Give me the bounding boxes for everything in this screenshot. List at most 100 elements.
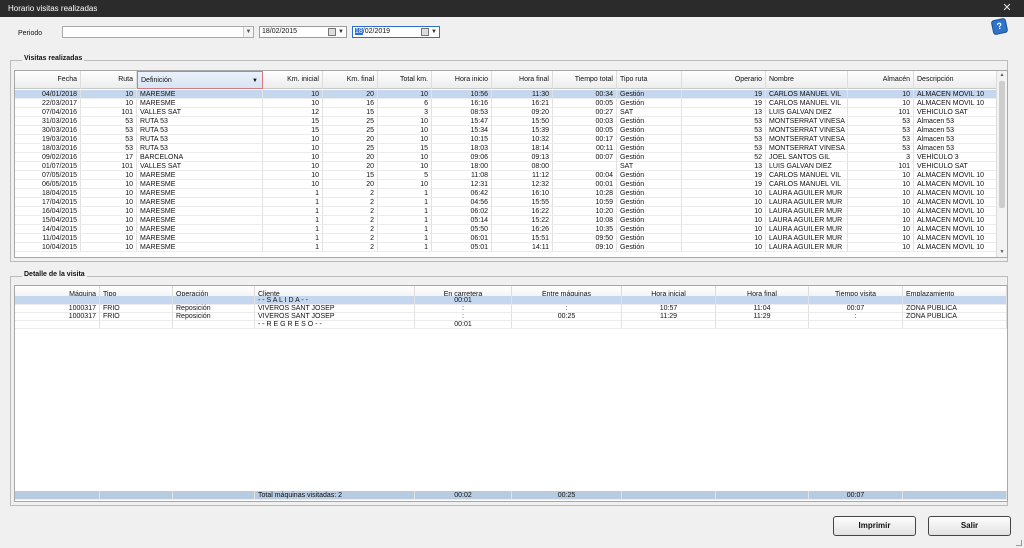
visitas-cell: 2 [323,207,378,216]
visitas-cell: LAURA AGUILER MUR [766,189,848,198]
visitas-cell: 15 [263,126,323,135]
visitas-cell: 53 [682,126,766,135]
detalle-totals-row: Total máquinas visitadas: 2 00:02 00:25 00:… [15,491,1007,500]
visitas-cell: 06:42 [432,189,492,198]
date-from-value: 18/02/2015 [262,28,298,35]
visitas-cell: MARESME [137,198,263,207]
visitas-cell: 18:03 [432,144,492,153]
detalle-total-cell: 00:07 [809,491,903,500]
visitas-row[interactable]: 31/03/2016 53 RUTA 53 15 25 10 15:47 15:50 00:03… [15,117,998,126]
calendar-icon[interactable] [328,28,336,36]
visitas-col-header[interactable]: Tiempo total [553,71,617,89]
detalle-total-cell: Total máquinas visitadas: 2 [255,491,415,500]
visitas-cell: 20 [323,180,378,189]
visitas-row[interactable]: 11/04/2015 10 MARESME 1 2 1 06:01 15:51 09:50 Ges… [15,234,998,243]
visitas-row[interactable]: 07/05/2015 10 MARESME 10 15 5 11:08 11:12 00:04 G… [15,171,998,180]
calendar-icon[interactable] [421,28,429,36]
visitas-cell: 53 [682,117,766,126]
visitas-row[interactable]: 01/07/2015 101 VALLES SAT 10 20 10 18:00 08:00 S… [15,162,998,171]
visitas-cell: 14/04/2015 [15,225,81,234]
visitas-col-header[interactable]: Hora inicio [432,71,492,89]
visitas-row[interactable]: 06/05/2015 10 MARESME 10 20 10 12:31 12:32 00:01… [15,180,998,189]
visitas-col-header[interactable]: Total km. [378,71,432,89]
visitas-cell: 101 [81,162,137,171]
periodo-label: Periodo [18,30,43,37]
window-title: Horario visitas realizadas [8,4,98,13]
visitas-cell: Gestión [617,171,682,180]
date-to-field[interactable]: 18/02/2019 ▼ [352,26,440,38]
visitas-row[interactable]: 04/01/2018 10 MARESME 10 20 10 10:56 11:30 00:34… [15,90,998,99]
visitas-cell: 04/01/2018 [15,90,81,99]
visitas-cell: 00:17 [553,135,617,144]
visitas-cell: 10 [848,207,914,216]
visitas-col-header[interactable]: Tipo ruta [617,71,682,89]
periodo-select[interactable]: ▼ [62,26,254,38]
visitas-row[interactable]: 18/04/2015 10 MARESME 1 2 1 06:42 16:10 10:28 Ges… [15,189,998,198]
visitas-cell: 16:21 [492,99,553,108]
visitas-cell: 10 [81,243,137,252]
visitas-cell: 101 [848,108,914,117]
visitas-col-header[interactable]: Hora final [492,71,553,89]
detalle-cell [100,320,173,329]
help-book-icon[interactable]: ? [990,17,1009,36]
visitas-cell: 1 [263,216,323,225]
close-window-icon[interactable]: ✕ [1000,0,1014,17]
visitas-col-header[interactable]: Operario [682,71,766,89]
visitas-cell: 10 [378,180,432,189]
visitas-row[interactable]: 14/04/2015 10 MARESME 1 2 1 05:50 16:26 10:35 Ges… [15,225,998,234]
visitas-row[interactable]: 19/03/2016 53 RUTA 53 10 20 10 10:15 10:32 00:17… [15,135,998,144]
visitas-row[interactable]: 18/03/2016 53 RUTA 53 10 25 15 18:03 18:14 00:11… [15,144,998,153]
visitas-cell: 1 [378,234,432,243]
scrollbar-thumb[interactable] [999,81,1005,208]
visitas-cell: 10 [263,90,323,99]
visitas-cell: RUTA 53 [137,126,263,135]
visitas-cell: 15:34 [432,126,492,135]
visitas-cell: 53 [848,117,914,126]
date-from-field[interactable]: 18/02/2015 ▼ [259,26,347,38]
scroll-down-icon[interactable]: ▼ [997,248,1007,257]
chevron-down-icon[interactable]: ▼ [337,27,345,37]
resize-grip[interactable] [1016,540,1022,546]
scroll-up-icon[interactable]: ▲ [997,71,1007,80]
visitas-col-header[interactable]: Km. final [323,71,378,89]
visitas-cell: 11:30 [492,90,553,99]
chevron-down-icon[interactable]: ▼ [243,27,253,37]
imprimir-button[interactable]: Imprimir [833,516,916,536]
visitas-cell: 53 [848,135,914,144]
visitas-cell: Gestión [617,198,682,207]
visitas-row[interactable]: 09/02/2016 17 BARCELONA 10 20 10 09:06 09:13 00:… [15,153,998,162]
visitas-col-header[interactable]: Km. inicial [263,71,323,89]
visitas-cell: MARESME [137,171,263,180]
visitas-row[interactable]: 30/03/2016 53 RUTA 53 15 25 10 15:34 15:39 00:05… [15,126,998,135]
visitas-cell: 1 [263,189,323,198]
visitas-col-header[interactable]: Fecha [15,71,81,89]
visitas-cell: 10 [682,207,766,216]
visitas-cell: 53 [682,135,766,144]
visitas-cell: 2 [323,198,378,207]
visitas-row[interactable]: 15/04/2015 10 MARESME 1 2 1 05:14 15:22 10:08 Ges… [15,216,998,225]
visitas-cell: 14:11 [492,243,553,252]
visitas-row[interactable]: 07/04/2016 101 VALLES SAT 12 15 3 08:53 09:20 00… [15,108,998,117]
visitas-cell: 1 [378,225,432,234]
visitas-cell: 08:53 [432,108,492,117]
visitas-cell: MARESME [137,243,263,252]
visitas-scrollbar[interactable]: ▲ ▼ [996,71,1007,257]
visitas-col-header[interactable]: Nombre [766,71,848,89]
visitas-cell: 20 [323,162,378,171]
salir-button[interactable]: Salir [928,516,1011,536]
visitas-row[interactable]: 17/04/2015 10 MARESME 1 2 1 04:56 15:55 10:59 Ges… [15,198,998,207]
visitas-col-header[interactable]: Almacén [848,71,914,89]
visitas-row[interactable]: 22/03/2017 10 MARESME 10 16 6 16:16 16:21 00:05 G… [15,99,998,108]
visitas-col-header[interactable]: Definición ▼ [137,71,263,89]
visitas-row[interactable]: 10/04/2015 10 MARESME 1 2 1 05:01 14:11 09:10 Ges… [15,243,998,252]
chevron-down-icon[interactable]: ▼ [430,27,438,37]
visitas-col-header[interactable]: Descripción [914,71,998,89]
visitas-cell: MARESME [137,225,263,234]
sort-desc-icon[interactable]: ▼ [252,72,258,88]
visitas-row[interactable]: 16/04/2015 10 MARESME 1 2 1 06:02 16:22 10:20 Ges… [15,207,998,216]
visitas-cell: 15:22 [492,216,553,225]
visitas-col-header[interactable]: Ruta [81,71,137,89]
detalle-row[interactable]: - - R E G R E S O - -00:01 [15,320,1007,329]
visitas-cell: 19 [682,180,766,189]
visitas-cell: 20 [323,90,378,99]
